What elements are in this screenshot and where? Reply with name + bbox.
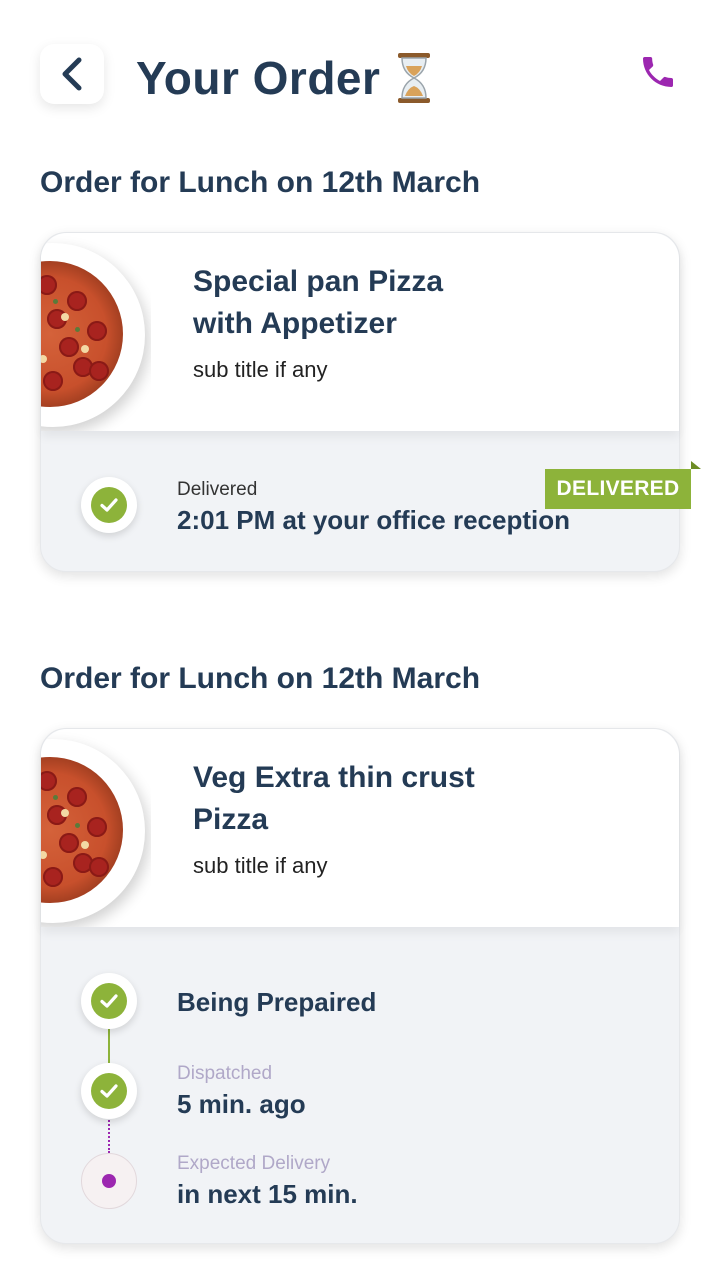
timeline-connector-done (108, 1027, 110, 1063)
item-title: Special pan Pizza with Appetizer (193, 261, 533, 345)
page-title-text: Your Order (136, 52, 381, 104)
item-subtitle: sub title if any (193, 853, 328, 878)
item-title-line: with Appetizer (193, 307, 397, 340)
step-pending-indicator (81, 1153, 137, 1209)
checkmark-icon (100, 994, 118, 1008)
item-title-line: Veg Extra thin crust (193, 761, 475, 794)
step-label: Dispatched (177, 1063, 273, 1084)
order-heading: Order for Lunch on 12th March (40, 166, 481, 199)
order-item-summary: Special pan Pizza with Appetizer sub tit… (41, 233, 679, 431)
pizza-image (41, 233, 151, 431)
checkmark-icon (100, 1084, 118, 1098)
call-button[interactable] (632, 46, 684, 98)
order-item-summary: Veg Extra thin crust Pizza sub title if … (41, 729, 679, 927)
step-done-indicator (81, 1063, 137, 1119)
step-value: 5 min. ago (177, 1089, 306, 1119)
step-value: in next 15 min. (177, 1179, 358, 1209)
page-title: Your Order (136, 50, 432, 106)
status-label: Delivered (177, 479, 258, 500)
order-tracking-timeline: Being Prepaired Dispatched 5 min. ago Ex… (41, 927, 679, 1243)
pizza-image (41, 729, 151, 927)
item-subtitle: sub title if any (193, 357, 328, 382)
order-heading: Order for Lunch on 12th March (40, 662, 481, 695)
item-title-line: Pizza (193, 803, 269, 836)
status-badge: DELIVERED (545, 461, 701, 509)
pending-dot-icon (102, 1174, 116, 1188)
header: Your Order (0, 0, 720, 150)
back-button[interactable] (40, 44, 104, 104)
order-card[interactable]: Veg Extra thin crust Pizza sub title if … (40, 728, 680, 1244)
status-badge-text: DELIVERED (556, 477, 680, 500)
step-value: Being Prepaired (177, 987, 377, 1017)
hourglass-icon (398, 53, 431, 103)
chevron-left-icon (62, 57, 82, 91)
item-title-line: Special pan Pizza (193, 265, 444, 298)
phone-icon (643, 57, 673, 87)
checkmark-icon (100, 498, 118, 512)
item-title: Veg Extra thin crust Pizza (193, 757, 533, 841)
step-label: Expected Delivery (177, 1153, 331, 1174)
order-card[interactable]: Special pan Pizza with Appetizer sub tit… (40, 232, 701, 572)
status-value: 2:01 PM at your office reception (177, 505, 570, 535)
step-done-indicator (81, 973, 137, 1029)
status-done-indicator (81, 477, 137, 533)
timeline-connector-pending (108, 1117, 110, 1153)
